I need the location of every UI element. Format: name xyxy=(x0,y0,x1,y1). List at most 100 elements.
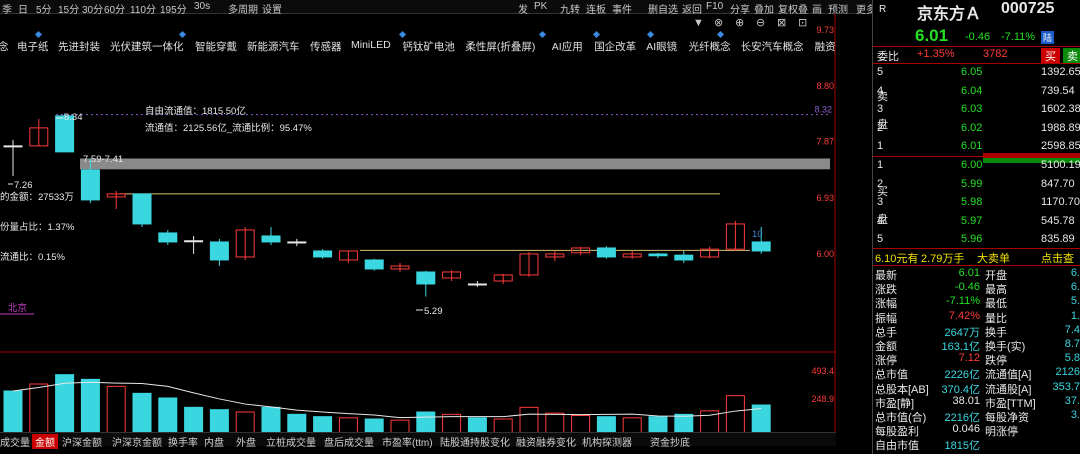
concept-tag[interactable]: 长安汽车概念 xyxy=(741,39,804,54)
concept-tag[interactable]: 先进封装 xyxy=(58,39,100,54)
candle-body xyxy=(132,193,152,225)
ask-price[interactable]: 6.02 xyxy=(961,122,982,134)
bid-price[interactable]: 5.99 xyxy=(961,178,982,190)
concept-tag[interactable]: 新能源汽车 xyxy=(247,39,300,54)
concept-tag[interactable]: 念 xyxy=(0,39,9,54)
toolbar-tab-7[interactable]: F10 xyxy=(706,1,723,12)
kline-svg[interactable]: 9.73 8.80 7.87 6.93 6.00 493.4 248.9 8.32 自由流通值：… xyxy=(0,14,836,441)
volume-bar xyxy=(29,383,49,441)
stat-label: 自由市值 xyxy=(875,440,919,453)
indicator-tab-9[interactable]: 市盈率(ttm) xyxy=(382,434,433,449)
concept-tag[interactable]: 光纤概念 xyxy=(689,39,731,54)
toolbar-tab-1[interactable]: PK xyxy=(534,1,547,12)
reference-line-label: 8.32 xyxy=(814,105,832,115)
buy-side-label-2: 盘 xyxy=(877,214,888,226)
concept-tag[interactable]: AI眼镜 xyxy=(646,39,677,54)
indicator-tab-4[interactable]: 换手率 xyxy=(168,434,198,449)
ask-level: 1 xyxy=(877,140,884,152)
region-label: 北京 xyxy=(8,302,27,314)
period-tab-8[interactable]: 30s xyxy=(194,1,210,12)
event-marker-icon[interactable] xyxy=(646,30,655,39)
ask-price[interactable]: 6.03 xyxy=(961,103,982,115)
high-price-label: 8.34 xyxy=(64,112,83,123)
ask-price[interactable]: 6.01 xyxy=(961,140,982,152)
price-axis-label: 6.93 xyxy=(816,193,834,203)
low-left-label: 7.26 xyxy=(14,180,33,191)
buy-side-label-1: 买 xyxy=(877,186,888,198)
volume-bar xyxy=(106,385,126,441)
concept-tag[interactable]: 电子纸 xyxy=(17,39,49,54)
indicator-tab-2[interactable]: 沪深金额 xyxy=(62,434,102,449)
chart-control-icon[interactable]: ⊡ xyxy=(798,17,807,29)
bid-price[interactable]: 5.98 xyxy=(961,196,982,208)
indicator-tab-5[interactable]: 内盘 xyxy=(204,434,224,449)
kline-chart[interactable]: 9.73 8.80 7.87 6.93 6.00 493.4 248.9 8.32 自由流通值：… xyxy=(0,14,836,441)
event-marker-icon[interactable] xyxy=(398,30,407,39)
ask-price[interactable]: 6.04 xyxy=(961,85,982,97)
quote-panel: R 京东方Ａ 000725 6.01 -0.46 -7.11% 陆 委比 +1.… xyxy=(872,0,1080,454)
event-marker-icon[interactable] xyxy=(34,30,43,39)
stat-value: 2126 xyxy=(1055,366,1080,379)
candle-body xyxy=(364,259,384,270)
indicator-tab-1[interactable]: 金额 xyxy=(32,434,58,449)
ask-level: 3 xyxy=(877,103,884,115)
volume-bar xyxy=(3,390,23,441)
concept-tag[interactable]: 融资融券 xyxy=(815,39,836,54)
bid-volume: 5100.19 xyxy=(1041,159,1080,171)
buy-button[interactable]: 买 xyxy=(1041,48,1060,64)
event-marker-icon[interactable] xyxy=(538,30,547,39)
chart-control-icon[interactable]: ⊗ xyxy=(714,17,723,29)
chart-control-icon[interactable]: ⊖ xyxy=(756,17,765,29)
bigorder-link[interactable]: 点击查 xyxy=(1041,250,1074,266)
indicator-tab-0[interactable]: 成交量 xyxy=(0,434,30,449)
float-value-note: 自由流通值：1815.50亿 xyxy=(145,105,246,117)
candle-body xyxy=(416,271,436,285)
price-gap-band xyxy=(80,158,830,170)
ask-volume: 1392.65 xyxy=(1041,66,1080,78)
concept-tag[interactable]: MiniLED xyxy=(351,39,391,51)
indicator-tab-3[interactable]: 沪深京金额 xyxy=(112,434,162,449)
stat-value: -7.11% xyxy=(945,295,980,308)
bid-price[interactable]: 6.00 xyxy=(961,159,982,171)
bid-price[interactable]: 5.96 xyxy=(961,233,982,245)
indicator-tab-7[interactable]: 立桩成交量 xyxy=(266,434,316,449)
circulation-note: 流通值：2125.56亿_流通比例：95.47% xyxy=(145,122,312,134)
event-marker-icon[interactable] xyxy=(716,30,725,39)
price-axis-label: 8.80 xyxy=(816,81,834,91)
volume-bar xyxy=(725,395,745,441)
volume-bar xyxy=(416,411,436,441)
price-change: -0.46 xyxy=(965,31,991,43)
chart-control-icon[interactable]: ▼ xyxy=(693,17,704,29)
sell-button[interactable]: 卖 xyxy=(1063,48,1080,64)
bid-price[interactable]: 5.97 xyxy=(961,215,982,227)
concept-tag[interactable]: 钙钛矿电池 xyxy=(402,39,455,54)
event-marker-icon[interactable] xyxy=(592,30,601,39)
concept-tag[interactable]: 柔性屏(折叠屏) xyxy=(465,39,535,54)
event-marker-icon[interactable] xyxy=(178,30,187,39)
candle-body xyxy=(467,283,487,286)
concept-tag[interactable]: AI应用 xyxy=(552,39,583,54)
indicator-tab-8[interactable]: 盘后成交量 xyxy=(324,434,374,449)
stat-value: 1. xyxy=(1070,309,1080,322)
candle-body xyxy=(313,250,333,258)
chart-control-icon[interactable]: ⊠ xyxy=(777,17,786,29)
indicator-tab-11[interactable]: 融资融券变化 xyxy=(516,434,576,449)
concept-tag[interactable]: 智能穿戴 xyxy=(195,39,237,54)
indicator-tab-6[interactable]: 外盘 xyxy=(236,434,256,449)
concept-tag[interactable]: 国企改革 xyxy=(594,39,636,54)
ask-level: 5 xyxy=(877,66,884,78)
hk-connect-badge: 陆 xyxy=(1041,31,1055,44)
volume-axis-label: 248.9 xyxy=(811,394,834,404)
indicator-tab-10[interactable]: 陆股通持股变化 xyxy=(440,434,510,449)
stat-value: 3. xyxy=(1070,409,1080,421)
ask-price[interactable]: 6.05 xyxy=(961,66,982,78)
indicator-tab-12[interactable]: 机构探测器 xyxy=(582,434,632,449)
stat-value: 1815亿 xyxy=(944,440,980,453)
concept-tag[interactable]: 光伏建筑一体化 xyxy=(110,39,184,54)
chart-control-icon[interactable]: ⊕ xyxy=(735,17,744,29)
volume-bar xyxy=(132,392,152,441)
concept-tag[interactable]: 传感器 xyxy=(310,39,342,54)
bigorder-price: 6.10元有 xyxy=(875,253,919,265)
indicator-tab-13[interactable]: 资金抄底 xyxy=(650,434,690,449)
price-axis-label: 6.00 xyxy=(816,249,834,259)
